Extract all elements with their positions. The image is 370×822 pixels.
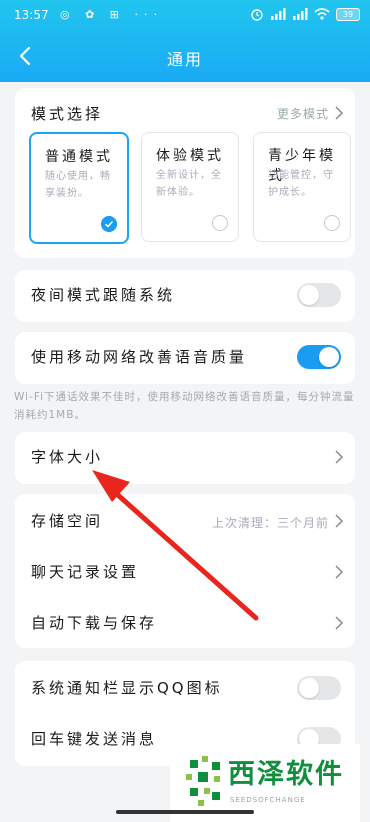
brand-logo-icon bbox=[186, 756, 220, 806]
annotation-arrow bbox=[92, 470, 259, 621]
arrow-head-icon bbox=[92, 470, 130, 502]
watermark-subtext: SEEDSOFCHANGE bbox=[230, 796, 306, 804]
home-indicator[interactable] bbox=[116, 810, 254, 814]
watermark-text: 西泽软件 bbox=[228, 759, 344, 790]
